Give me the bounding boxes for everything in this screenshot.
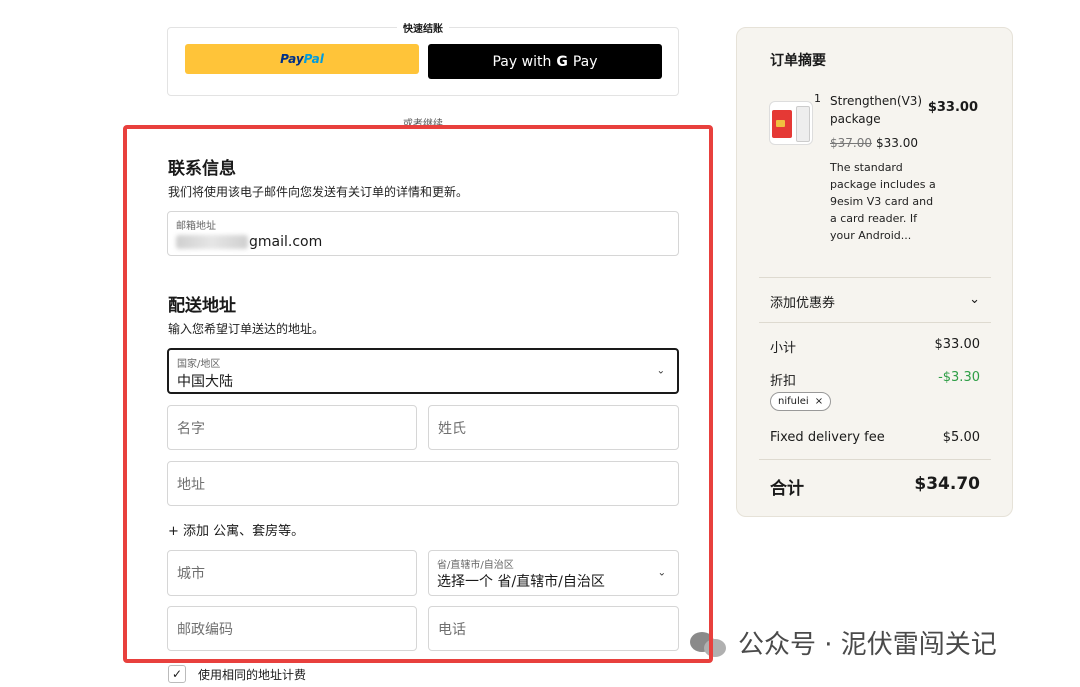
first-name-field[interactable]: 名字: [167, 405, 417, 450]
add-apartment-link[interactable]: + 添加 公寓、套房等。: [168, 520, 304, 539]
google-pay-button[interactable]: Pay with G Pay: [428, 44, 662, 79]
discount-row: 折扣 -$3.30: [770, 370, 980, 389]
subtotal-label: 小计: [770, 341, 797, 356]
gpay-prefix: Pay with: [492, 53, 552, 70]
discount-code-tag: nifulei ×: [770, 392, 832, 411]
total-value: $34.70: [914, 474, 980, 494]
province-select[interactable]: 省/直辖市/自治区 选择一个 省/直辖市/自治区 ⌄: [428, 550, 679, 596]
express-checkout-title: 快速结账: [168, 20, 678, 35]
discount-code: nifulei: [778, 396, 809, 407]
contact-subtitle: 我们将使用该电子邮件向您发送有关订单的详情和更新。: [168, 185, 469, 199]
chevron-down-icon: ⌄: [656, 365, 665, 377]
discount-value: -$3.30: [938, 370, 980, 385]
first-name-placeholder: 名字: [177, 420, 205, 437]
product-quantity: 1: [814, 92, 821, 105]
google-g-icon: G: [556, 53, 568, 70]
discount-label: 折扣: [770, 374, 797, 389]
province-label: 省/直辖市/自治区: [437, 560, 514, 571]
close-icon[interactable]: ×: [815, 396, 823, 407]
email-field[interactable]: 邮箱地址 gmail.com: [167, 211, 679, 256]
total-row: 合计 $34.70: [770, 474, 980, 499]
paypal-logo-pay: Pay: [280, 52, 304, 66]
wechat-icon: [690, 628, 728, 658]
summary-title: 订单摘要: [770, 53, 826, 69]
add-coupon-toggle[interactable]: 添加优惠券 ⌄: [770, 292, 980, 311]
phone-field[interactable]: 电话: [428, 606, 679, 651]
express-checkout: 快速结账 Pay Pal Pay with G Pay: [167, 24, 679, 96]
contact-title: 联系信息: [168, 159, 236, 179]
chevron-down-icon: ⌄: [657, 567, 666, 579]
last-name-field[interactable]: 姓氏: [428, 405, 679, 450]
shipping-title: 配送地址: [168, 296, 236, 316]
paypal-button[interactable]: Pay Pal: [185, 44, 419, 74]
delivery-value: $5.00: [942, 430, 980, 445]
check-icon[interactable]: ✓: [168, 665, 186, 683]
province-value: 选择一个 省/直辖市/自治区: [437, 574, 605, 590]
city-placeholder: 城市: [177, 566, 205, 582]
phone-placeholder: 电话: [438, 621, 466, 638]
country-select[interactable]: 国家/地区 中国大陆 ⌄: [167, 348, 679, 394]
watermark-text: 公众号 · 泥伏雷闯关记: [738, 630, 997, 660]
city-field[interactable]: 城市: [167, 550, 417, 596]
divider: [759, 322, 991, 323]
postal-code-placeholder: 邮政编码: [177, 621, 233, 638]
product-name: Strengthen(V3) package: [830, 94, 923, 126]
or-continue-divider: 或者继续: [403, 119, 443, 130]
product-thumbnail: [769, 101, 813, 145]
delivery-row: Fixed delivery fee $5.00: [770, 430, 980, 445]
subtotal-value: $33.00: [934, 337, 981, 352]
card-reader-image: [796, 106, 810, 142]
delivery-label: Fixed delivery fee: [770, 430, 885, 445]
divider: [759, 459, 991, 460]
product-description: The standard package includes a 9esim V3…: [830, 161, 936, 242]
postal-code-field[interactable]: 邮政编码: [167, 606, 417, 651]
product-old-price: $37.00: [830, 136, 872, 150]
email-label: 邮箱地址: [176, 221, 216, 232]
total-label: 合计: [770, 479, 804, 499]
subtotal-row: 小计 $33.00: [770, 337, 980, 356]
address-placeholder: 地址: [177, 476, 205, 493]
shipping-subtitle: 输入您希望订单送达的地址。: [168, 322, 325, 336]
sim-chip-image: [776, 120, 785, 127]
last-name-placeholder: 姓氏: [438, 420, 466, 437]
country-label: 国家/地区: [177, 359, 221, 370]
country-value: 中国大陆: [177, 374, 233, 390]
blurred-email-prefix: [176, 235, 248, 249]
billing-same-label: 使用相同的地址计费: [198, 667, 307, 682]
product-price: $33.00: [927, 100, 978, 115]
paypal-logo-pal: Pal: [303, 52, 324, 66]
email-value: gmail.com: [176, 234, 322, 250]
product-new-price: $33.00: [876, 136, 918, 150]
address-field[interactable]: 地址: [167, 461, 679, 506]
coupon-label: 添加优惠券: [770, 296, 836, 311]
divider: [759, 277, 991, 278]
gpay-suffix: Pay: [572, 53, 598, 70]
chevron-down-icon: ⌄: [969, 292, 980, 307]
order-summary: 订单摘要 1 Strengthen(V3) package $33.00 $37…: [736, 27, 1013, 517]
wechat-watermark: 公众号 · 泥伏雷闯关记: [690, 624, 997, 661]
billing-same-option[interactable]: ✓ 使用相同的地址计费: [168, 665, 306, 683]
